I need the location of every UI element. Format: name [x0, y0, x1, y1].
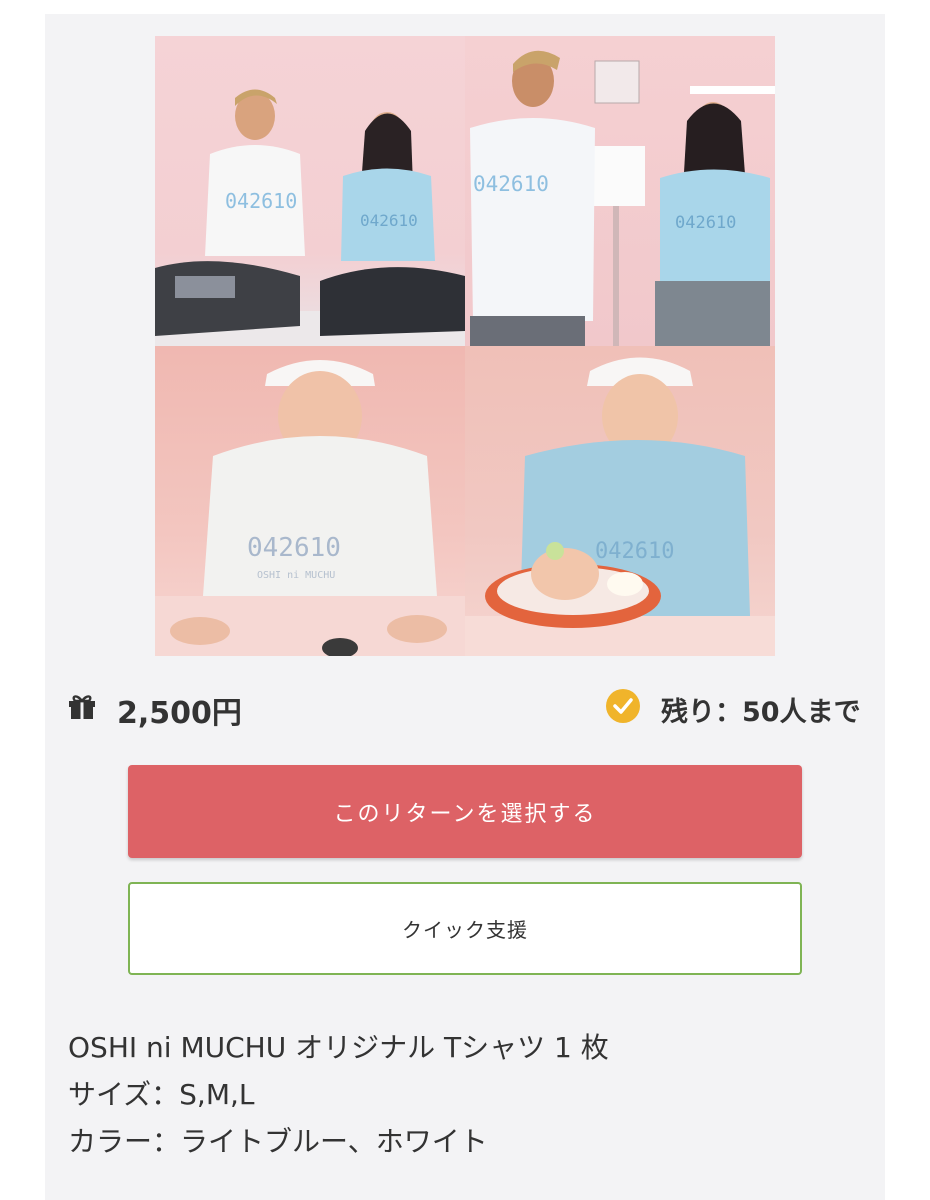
- description-line-size: サイズ：S,M,L: [68, 1078, 255, 1111]
- shirt-print-5: 042610: [247, 533, 341, 563]
- shirt-print-4: 042610: [675, 213, 736, 233]
- photo-couple-sitting: 042610 042610: [155, 36, 465, 346]
- price: 2,500円: [117, 696, 242, 731]
- photo-couple-standing: 042610 042610: [465, 36, 775, 346]
- product-photo-collage: 042610 042610 042610 042610 042610 OSHI …: [155, 36, 775, 656]
- shirt-print-6: 042610: [595, 539, 674, 564]
- remaining-count: 残り：50人まで: [661, 697, 861, 728]
- reward-card: 042610 042610 042610 042610 042610 OSHI …: [45, 14, 885, 1200]
- shirt-print-1: 042610: [225, 189, 297, 213]
- description-line-color: カラー：ライトブルー、ホワイト: [68, 1125, 488, 1158]
- shirt-print-2: 042610: [360, 211, 418, 230]
- check-circle-icon: [606, 689, 640, 723]
- reward-description: OSHI ni MUCHU オリジナル Tシャツ 1 枚 サイズ：S,M,L カ…: [68, 1024, 858, 1165]
- gift-icon: [69, 695, 95, 719]
- description-line-product: OSHI ni MUCHU オリジナル Tシャツ 1 枚: [68, 1031, 609, 1064]
- select-return-button[interactable]: このリターンを選択する: [128, 765, 802, 858]
- price-row: 2,500円 残り：50人まで: [67, 686, 867, 731]
- shirt-print-3: 042610: [473, 172, 549, 196]
- quick-support-button[interactable]: クイック支援: [128, 882, 802, 975]
- shirt-sub-print-1: OSHI ni MUCHU: [257, 570, 335, 581]
- photo-woman-white-tee: 042610 OSHI ni MUCHU: [155, 346, 465, 656]
- photo-woman-pancakes: 042610: [465, 346, 775, 656]
